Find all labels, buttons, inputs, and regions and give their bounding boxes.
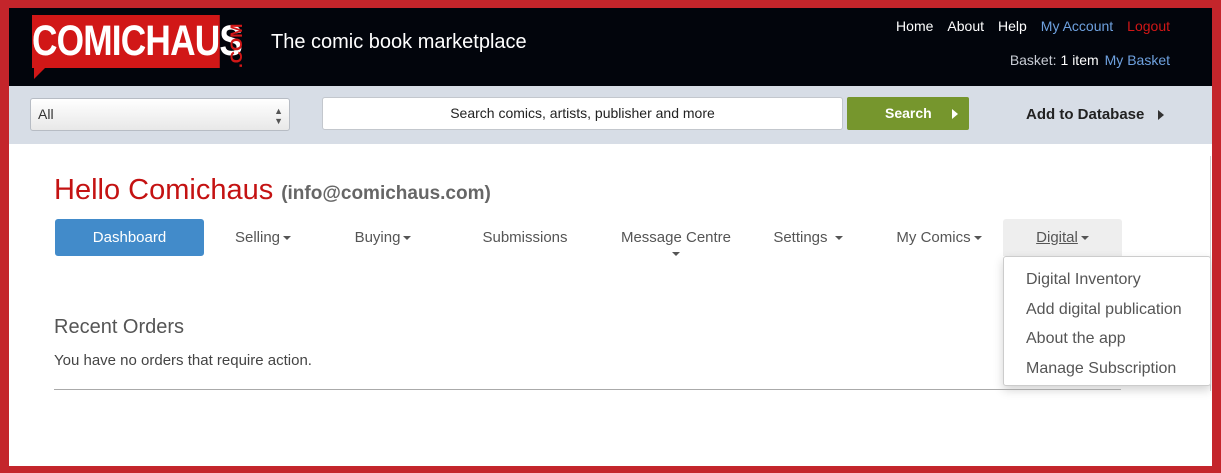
tab-selling[interactable]: Selling — [219, 219, 307, 256]
search-button-label: Search — [885, 105, 932, 121]
arrow-right-icon — [952, 109, 958, 119]
tab-label: Buying — [354, 229, 401, 246]
nav-my-account-link[interactable]: My Account — [1041, 16, 1113, 36]
recent-orders-message: You have no orders that require action. — [54, 352, 312, 369]
caret-down-icon — [834, 236, 843, 241]
caret-down-icon — [403, 236, 412, 241]
logo-wordmark: COMICHAUS — [32, 15, 243, 68]
search-input[interactable]: Search comics, artists, publisher and mo… — [322, 97, 843, 130]
greeting-hello: Hello Comichaus — [54, 174, 274, 206]
tab-label: Dashboard — [92, 229, 167, 246]
select-arrows-icon: ▲ ▼ — [274, 106, 283, 126]
menu-item-digital-inventory[interactable]: Digital Inventory — [1004, 265, 1210, 295]
divider — [54, 389, 1121, 390]
tab-my-comics[interactable]: My Comics — [887, 219, 991, 256]
caret-down-icon — [283, 236, 292, 241]
logo-speech-tail — [34, 67, 46, 79]
tab-label: Message Centre — [620, 229, 732, 246]
tab-buying[interactable]: Buying — [339, 219, 427, 256]
nav-logout-link[interactable]: Logout — [1127, 16, 1170, 36]
tab-submissions[interactable]: Submissions — [465, 219, 585, 256]
greeting: Hello Comichaus (info@comichaus.com) — [54, 172, 491, 208]
menu-item-manage-subscription[interactable]: Manage Subscription — [1004, 354, 1210, 384]
tab-label: My Comics — [896, 229, 971, 246]
comichaus-logo[interactable]: COMICHAUS .COM — [32, 15, 252, 79]
dashboard-tabs: Dashboard Selling Buying Submissions Mes… — [9, 219, 1212, 259]
tagline: The comic book marketplace — [271, 31, 527, 53]
my-basket-link[interactable]: My Basket — [1105, 52, 1170, 68]
nav-help-link[interactable]: Help — [998, 16, 1027, 36]
message-centre-caret-icon — [672, 252, 680, 256]
top-nav: Home About Help My Account Logout — [882, 16, 1170, 36]
page: COMICHAUS .COM The comic book marketplac… — [9, 8, 1212, 466]
caret-down-icon — [1080, 236, 1089, 241]
tab-label: Settings — [773, 229, 828, 246]
search-bar: All ▲ ▼ Search comics, artists, publisher… — [9, 86, 1212, 144]
menu-item-about-the-app[interactable]: About the app — [1004, 324, 1210, 354]
basket-count: 1 item — [1060, 52, 1099, 68]
logo-dotcom: .COM — [227, 23, 246, 69]
add-to-database-link[interactable]: Add to Database — [1026, 105, 1144, 125]
search-button[interactable]: Search — [847, 97, 969, 130]
greeting-email: (info@comichaus.com) — [281, 183, 491, 204]
tab-settings[interactable]: Settings — [763, 219, 853, 256]
category-select-value: All — [38, 106, 54, 122]
tab-digital[interactable]: Digital — [1003, 219, 1122, 256]
tab-message-centre[interactable]: Message Centre — [609, 219, 743, 256]
tab-label: Selling — [234, 229, 281, 246]
nav-about-link[interactable]: About — [947, 16, 984, 36]
tab-label: Submissions — [482, 229, 568, 246]
basket-label: Basket: — [1009, 52, 1057, 68]
tab-dashboard[interactable]: Dashboard — [55, 219, 204, 256]
caret-down-icon — [973, 236, 982, 241]
nav-home-link[interactable]: Home — [896, 16, 933, 36]
tab-label: Digital — [1036, 229, 1078, 246]
chevron-right-icon — [1158, 110, 1164, 120]
basket-summary: Basket: 1 item My Basket — [1010, 50, 1170, 70]
menu-item-add-digital-publication[interactable]: Add digital publication — [1004, 295, 1210, 325]
site-header: COMICHAUS .COM The comic book marketplac… — [9, 8, 1212, 86]
recent-orders-title: Recent Orders — [54, 316, 185, 338]
digital-dropdown-menu: Digital Inventory Add digital publicatio… — [1003, 256, 1211, 386]
category-select[interactable]: All ▲ ▼ — [30, 98, 290, 131]
